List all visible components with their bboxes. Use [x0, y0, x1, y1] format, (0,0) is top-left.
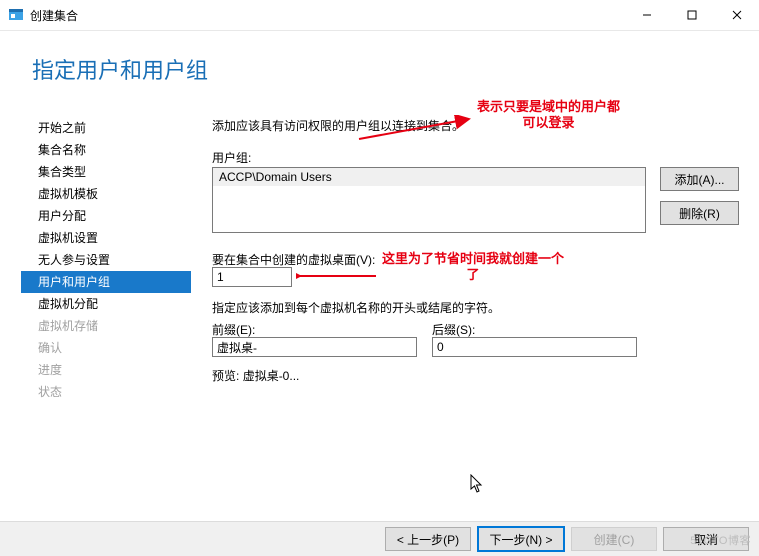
- preview-value: 虚拟桌-0...: [243, 369, 300, 383]
- preview-row: 预览: 虚拟桌-0...: [212, 367, 299, 384]
- sidebar-item[interactable]: 虚拟机设置: [21, 227, 191, 249]
- sidebar-item[interactable]: 开始之前: [21, 117, 191, 139]
- prev-button[interactable]: < 上一步(P): [385, 527, 471, 551]
- sidebar-item[interactable]: 集合名称: [21, 139, 191, 161]
- sidebar-item[interactable]: 用户分配: [21, 205, 191, 227]
- wizard-sidebar: 开始之前集合名称集合类型虚拟机模板用户分配虚拟机设置无人参与设置用户和用户组虚拟…: [21, 117, 191, 403]
- suffix-label: 后缀(S):: [432, 321, 475, 338]
- suffix-input[interactable]: [432, 337, 637, 357]
- close-button[interactable]: [714, 0, 759, 30]
- virtual-desktop-count-label: 要在集合中创建的虚拟桌面(V):: [212, 251, 375, 268]
- sidebar-item[interactable]: 虚拟机模板: [21, 183, 191, 205]
- usergroup-listbox[interactable]: ACCP\Domain Users: [212, 167, 646, 233]
- title-bar: 创建集合: [0, 0, 759, 31]
- remove-button[interactable]: 删除(R): [660, 201, 739, 225]
- annotation-1: 表示只要是域中的用户都可以登录: [477, 99, 620, 131]
- preview-label: 预览:: [212, 369, 239, 383]
- window-controls: [624, 0, 759, 30]
- sidebar-item: 状态: [21, 381, 191, 403]
- maximize-button[interactable]: [669, 0, 714, 30]
- annotation-1-arrow: [357, 115, 477, 145]
- page-title: 指定用户和用户组: [32, 53, 208, 85]
- minimize-button[interactable]: [624, 0, 669, 30]
- cursor-icon: [470, 474, 486, 494]
- sidebar-item: 虚拟机存储: [21, 315, 191, 337]
- sidebar-item[interactable]: 无人参与设置: [21, 249, 191, 271]
- watermark: 51CTO博客: [690, 532, 751, 548]
- window-title: 创建集合: [30, 7, 78, 24]
- prefix-input[interactable]: [212, 337, 417, 357]
- prefix-label: 前缀(E):: [212, 321, 255, 338]
- usergroup-label: 用户组:: [212, 149, 251, 166]
- create-button: 创建(C): [571, 527, 657, 551]
- next-button[interactable]: 下一步(N) >: [477, 526, 565, 552]
- add-button[interactable]: 添加(A)...: [660, 167, 739, 191]
- app-icon: [8, 7, 24, 23]
- annotation-2-arrow: [296, 269, 378, 283]
- annotation-2: 这里为了节省时间我就创建一个了: [382, 251, 564, 283]
- virtual-desktop-count-input[interactable]: [212, 267, 292, 287]
- wizard-footer: < 上一步(P) 下一步(N) > 创建(C) 取消: [0, 521, 759, 556]
- sidebar-item: 确认: [21, 337, 191, 359]
- usergroup-item[interactable]: ACCP\Domain Users: [213, 168, 645, 187]
- sidebar-item[interactable]: 集合类型: [21, 161, 191, 183]
- naming-description: 指定应该添加到每个虚拟机名称的开头或结尾的字符。: [212, 299, 500, 316]
- sidebar-item: 进度: [21, 359, 191, 381]
- sidebar-item[interactable]: 虚拟机分配: [21, 293, 191, 315]
- sidebar-item[interactable]: 用户和用户组: [21, 271, 191, 293]
